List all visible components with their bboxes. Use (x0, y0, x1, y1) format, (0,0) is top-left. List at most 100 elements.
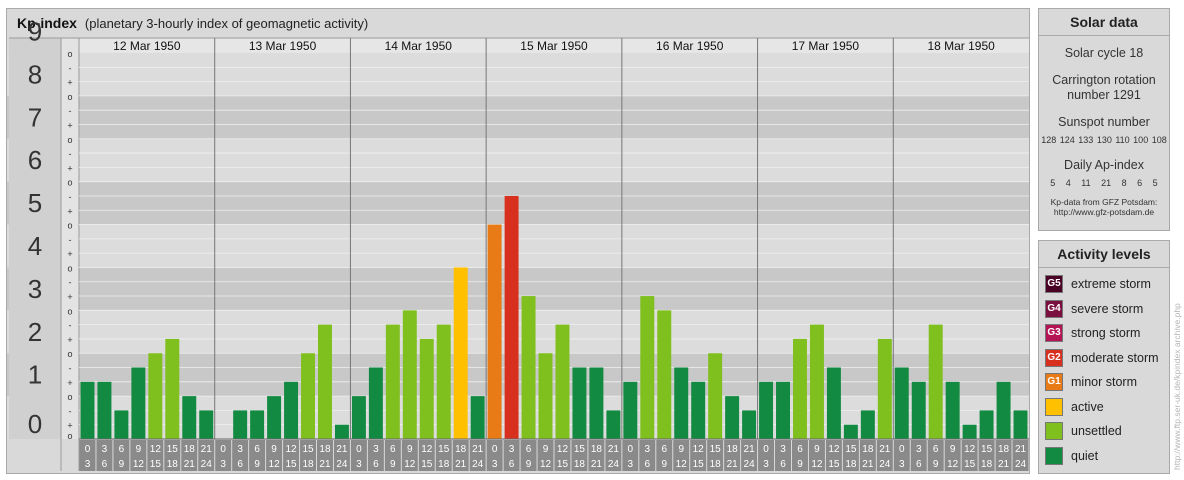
sub-tick-label: o (67, 306, 72, 316)
hour-end-label: 15 (421, 459, 433, 470)
hour-end-label: 9 (933, 459, 939, 470)
source-watermark: http://www.ftp.ser-uk.de/kpindex archive… (1172, 303, 1182, 470)
activity-levels-title: Activity levels (1039, 241, 1169, 268)
hour-end-label: 12 (947, 459, 959, 470)
kp-bar (97, 381, 112, 439)
hour-end-label: 24 (472, 459, 484, 470)
kp-band (7, 53, 1029, 96)
kp-bar (114, 410, 129, 439)
kp-band (7, 95, 1029, 139)
hour-start-label: 18 (184, 444, 196, 455)
hour-start-label: 9 (271, 444, 277, 455)
kp-bar (436, 324, 451, 439)
y-tick-label: 3 (28, 274, 42, 304)
sub-tick-label: + (67, 378, 72, 388)
legend-swatch (1045, 422, 1063, 440)
hour-end-label: 21 (862, 459, 874, 470)
kp-bar (589, 367, 604, 439)
kp-bar (996, 381, 1011, 439)
sub-tick-label: + (67, 206, 72, 216)
solar-cycle: Solar cycle 18 (1064, 46, 1144, 60)
hour-end-label: 24 (336, 459, 348, 470)
kp-bar (1013, 410, 1028, 439)
legend-label: quiet (1071, 448, 1099, 463)
hour-end-label: 12 (133, 459, 145, 470)
hour-start-label: 6 (119, 444, 125, 455)
legend-swatch: G1 (1045, 373, 1063, 391)
hour-end-label: 15 (828, 459, 840, 470)
hour-start-label: 18 (455, 444, 467, 455)
kp-bar (860, 410, 875, 439)
hour-start-label: 15 (710, 444, 722, 455)
y-tick-label: 5 (28, 188, 42, 218)
sub-tick-label: + (67, 78, 72, 88)
kp-bar (199, 410, 214, 439)
hour-start-label: 21 (201, 444, 213, 455)
hour-end-label: 9 (797, 459, 803, 470)
hour-end-label: 6 (102, 459, 108, 470)
hour-start-label: 12 (557, 444, 569, 455)
legend-swatch (1045, 446, 1063, 465)
hour-end-label: 21 (591, 459, 603, 470)
kp-bar (742, 410, 757, 439)
hour-start-label: 6 (661, 444, 667, 455)
hour-end-label: 12 (404, 459, 416, 470)
sub-tick-label: + (67, 163, 72, 173)
solar-data-title: Solar data (1039, 9, 1169, 36)
hour-start-label: 15 (574, 444, 586, 455)
legend-item-active: active (1045, 397, 1104, 417)
kp-bar (470, 396, 485, 439)
kp-bar (555, 324, 570, 439)
kp-bar (182, 396, 197, 439)
kp-bar (521, 296, 536, 439)
kp-bar (911, 381, 926, 439)
hour-end-label: 15 (150, 459, 162, 470)
legend-swatch: G4 (1045, 299, 1063, 318)
activity-levels-panel: Activity levels G5 extreme storm G4 severe … (1038, 240, 1170, 474)
kp-bar (572, 367, 587, 439)
sub-tick-label: o (67, 135, 72, 145)
hour-end-label: 9 (119, 459, 125, 470)
hour-start-label: 6 (526, 444, 532, 455)
kp-bar (267, 396, 282, 439)
ap-index-label: Daily Ap-index (1064, 158, 1144, 172)
kp-bar (453, 267, 468, 439)
hour-end-label: 9 (661, 459, 667, 470)
kp-bar (402, 310, 417, 439)
kp-bar (759, 381, 774, 439)
day-label: 16 Mar 1950 (656, 39, 724, 53)
y-tick-label: 7 (28, 102, 42, 132)
kp-bar (318, 324, 332, 439)
hour-start-label: 0 (899, 444, 905, 455)
hour-end-label: 18 (167, 459, 179, 470)
sunspot-values: 128 124 133 130 110 100 108 (1041, 135, 1167, 145)
hour-start-label: 21 (336, 444, 348, 455)
hour-start-label: 9 (950, 444, 956, 455)
hour-start-label: 3 (645, 444, 651, 455)
hour-end-label: 9 (390, 459, 396, 470)
legend-swatch: G5 (1045, 275, 1063, 293)
hour-end-label: 21 (319, 459, 331, 470)
hour-end-label: 24 (608, 459, 620, 470)
hour-end-label: 3 (899, 459, 905, 470)
hour-start-label: 6 (933, 444, 939, 455)
hour-end-label: 3 (628, 459, 634, 470)
kp-bar (793, 338, 807, 439)
legend-item-moderate-storm: G2 moderate storm (1045, 348, 1159, 368)
sub-tick-label: o (67, 49, 72, 59)
kp-bar (80, 381, 95, 439)
hour-end-label: 6 (780, 459, 786, 470)
hour-start-label: 21 (744, 444, 756, 455)
legend-swatch: G3 (1045, 324, 1063, 342)
kp-bar (419, 338, 434, 439)
kp-bar (826, 367, 841, 439)
hour-end-label: 6 (373, 459, 379, 470)
hour-end-label: 15 (285, 459, 297, 470)
hour-end-label: 3 (763, 459, 769, 470)
hour-start-label: 12 (693, 444, 705, 455)
sub-tick-label: + (67, 249, 72, 259)
kp-bar (843, 424, 858, 439)
kp-bar (504, 195, 519, 439)
legend-swatch (1045, 397, 1063, 416)
hour-start-label: 18 (591, 444, 603, 455)
